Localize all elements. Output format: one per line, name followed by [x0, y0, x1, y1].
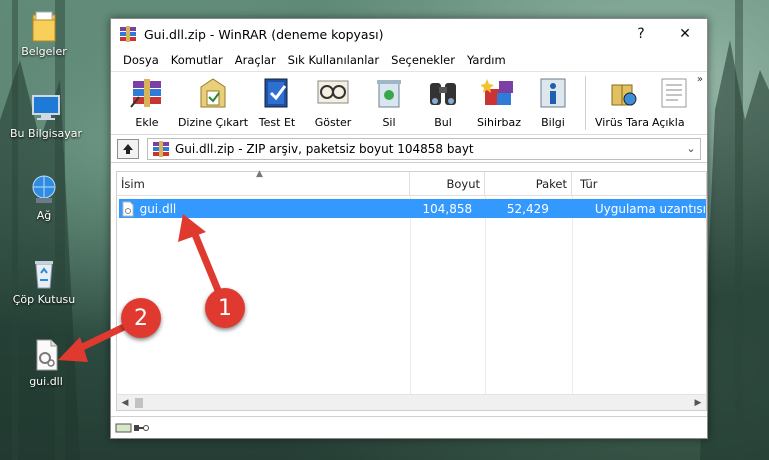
annotation-arrows: [58, 214, 226, 362]
annotation-badge-1: 1: [205, 288, 245, 328]
annotation-badge-2: 2: [121, 298, 161, 338]
